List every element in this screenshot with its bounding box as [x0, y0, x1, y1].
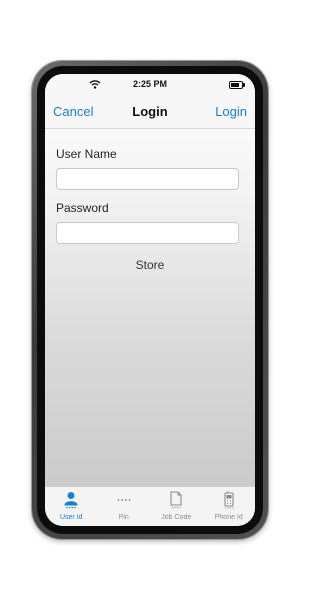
tab-bar: User Id Pin Job Code Phone Id — [45, 486, 255, 526]
battery-icon — [229, 81, 245, 89]
page: 2:25 PM Cancel Login Login User Name Pas… — [0, 0, 300, 600]
password-field[interactable] — [56, 222, 239, 244]
navigation-bar: Cancel Login Login — [45, 96, 255, 129]
phone-screen: 2:25 PM Cancel Login Login User Name Pas… — [45, 74, 255, 526]
tab-job-code[interactable]: Job Code — [150, 487, 203, 526]
tab-phone-id[interactable]: Phone Id — [203, 487, 256, 526]
document-icon — [170, 491, 182, 509]
status-bar: 2:25 PM — [45, 74, 255, 96]
tab-label: Job Code — [161, 514, 192, 521]
phone-icon — [224, 491, 234, 509]
login-button[interactable]: Login — [215, 104, 247, 119]
user-icon — [64, 492, 78, 509]
store-button[interactable]: Store — [45, 258, 255, 272]
status-time: 2:25 PM — [132, 79, 167, 89]
password-label: Password — [56, 201, 109, 215]
pin-dots-icon — [117, 499, 131, 501]
tab-label: Phone Id — [214, 514, 243, 521]
username-label: User Name — [56, 147, 117, 161]
tab-user-id[interactable]: User Id — [45, 487, 98, 526]
tab-label: User Id — [59, 514, 83, 521]
tab-label: Pin — [118, 514, 129, 521]
username-field[interactable] — [56, 168, 239, 190]
tab-pin[interactable]: Pin — [98, 487, 151, 526]
